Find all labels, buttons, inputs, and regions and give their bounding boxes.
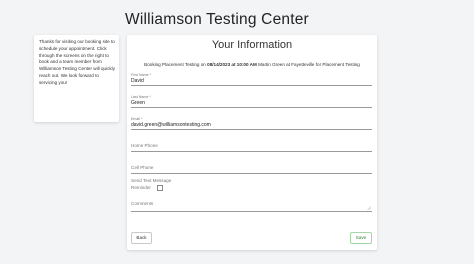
home-phone-field[interactable]: Home Phone — [131, 140, 372, 152]
sms-reminder-label-line1: Send Text Message — [131, 178, 172, 183]
email-label: Email * — [131, 117, 143, 121]
home-phone-underline — [131, 151, 372, 152]
last-name-label: Last Name * — [131, 95, 151, 99]
sms-reminder-label: Send Text Message Reminder — [131, 178, 171, 191]
email-value[interactable]: david.green@williamsontesting.com — [131, 122, 211, 128]
save-button[interactable]: Save — [350, 232, 372, 244]
resize-grip-icon[interactable] — [367, 206, 371, 210]
home-phone-placeholder: Home Phone — [131, 143, 158, 148]
back-button[interactable]: Back — [131, 232, 152, 244]
first-name-underline — [131, 85, 372, 86]
comments-placeholder: Comments — [131, 201, 154, 206]
sidebar-message: Thanks for visiting our booking site to … — [39, 39, 115, 85]
cell-phone-field[interactable]: Cell Phone — [131, 162, 372, 174]
sidebar-info-card: Thanks for visiting our booking site to … — [34, 35, 119, 122]
cell-phone-underline — [131, 173, 372, 174]
comments-field[interactable]: Comments — [131, 198, 372, 212]
first-name-label: First Name * — [131, 73, 151, 77]
comments-underline — [131, 211, 372, 212]
booking-datetime: 08/14/2023 at 10:00 AM — [207, 62, 257, 67]
last-name-underline — [131, 107, 372, 108]
first-name-value[interactable]: David — [131, 78, 144, 84]
form-title: Your Information — [211, 39, 293, 51]
last-name-field[interactable]: Last Name * Green — [131, 94, 372, 108]
booking-prefix: Booking Placement Testing on — [144, 62, 206, 67]
last-name-value[interactable]: Green — [131, 100, 145, 106]
sms-reminder-checkbox[interactable] — [157, 185, 163, 191]
email-underline — [131, 129, 372, 130]
information-form: Your Information Booking Placement Testi… — [127, 35, 377, 250]
email-field[interactable]: Email * david.green@williamsontesting.co… — [131, 116, 372, 130]
sms-reminder-label-line2: Reminder — [131, 184, 151, 190]
booking-summary: Booking Placement Testing on 08/14/2023 … — [127, 62, 377, 67]
cell-phone-placeholder: Cell Phone — [131, 165, 154, 170]
booking-suffix: Martin Green at Fayetteville for Placeme… — [258, 62, 360, 67]
page-title: Williamson Testing Center — [125, 11, 309, 28]
first-name-field[interactable]: First Name * David — [131, 72, 372, 86]
